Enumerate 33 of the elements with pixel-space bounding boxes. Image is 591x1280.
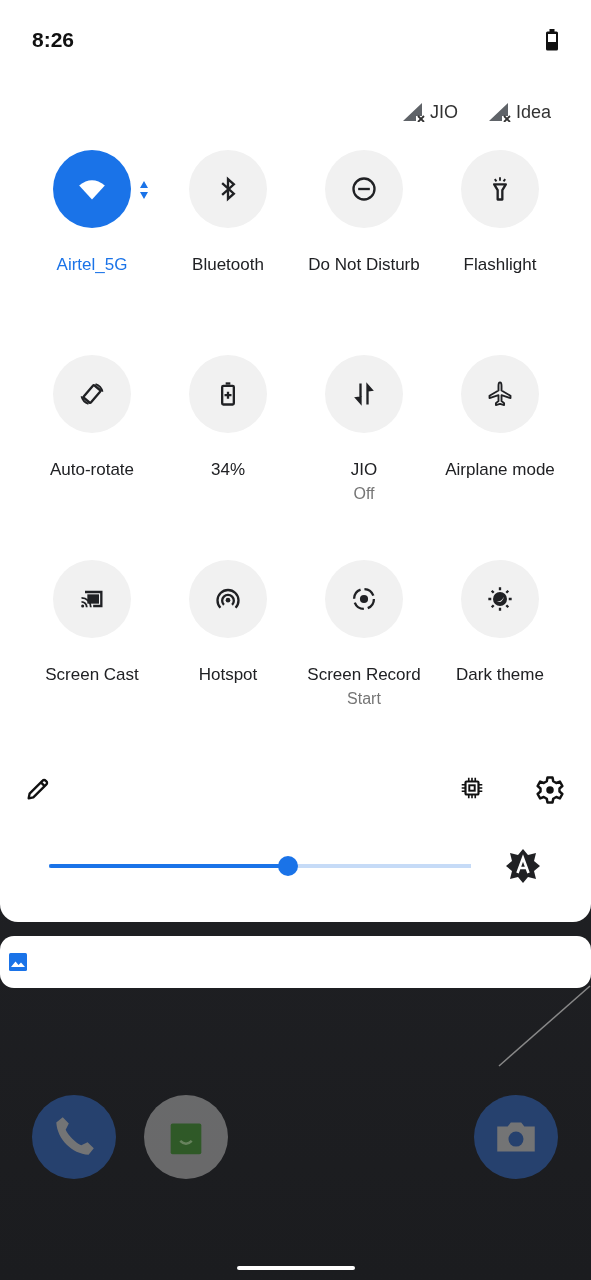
sim-name: Idea	[515, 101, 551, 123]
auto-brightness-icon[interactable]	[505, 848, 541, 884]
tile-label: Flashlight	[463, 254, 537, 276]
tile-label: Do Not Disturb	[308, 254, 420, 276]
tile-label: Airplane mode	[445, 459, 555, 481]
tile-label: JIO	[350, 459, 378, 481]
gesture-handle[interactable]	[237, 1266, 355, 1270]
tile-status: Start	[347, 689, 381, 709]
tile-label: Dark theme	[456, 664, 544, 686]
do-not-disturb-icon	[350, 175, 378, 203]
settings-icon	[535, 775, 565, 805]
tile-label: Hotspot	[198, 664, 258, 686]
developer-options-button[interactable]	[459, 775, 485, 801]
tile-label: Screen Record	[307, 664, 421, 686]
tile-label: Screen Cast	[45, 664, 139, 686]
chip-icon	[459, 775, 485, 801]
clock: 8:26	[32, 28, 75, 52]
airplane-icon	[486, 380, 514, 408]
tile-label: Bluetooth	[192, 254, 264, 276]
no-signal-icon	[487, 102, 512, 122]
tile-label: Auto-rotate	[49, 459, 135, 481]
settings-button[interactable]	[535, 775, 565, 805]
dropdown-arrows-icon[interactable]	[139, 180, 149, 200]
image-icon	[9, 953, 27, 971]
tile-label: Airtel_5G	[56, 254, 128, 276]
no-signal-icon	[401, 102, 426, 122]
sim-name: JIO	[429, 101, 458, 123]
tile-status: Off	[353, 484, 375, 504]
tile-label: 34%	[211, 459, 245, 481]
slider-thumb[interactable]	[278, 856, 299, 876]
screen-record-icon	[350, 585, 378, 613]
dark-theme-icon	[486, 585, 514, 613]
battery-icon	[545, 29, 559, 51]
